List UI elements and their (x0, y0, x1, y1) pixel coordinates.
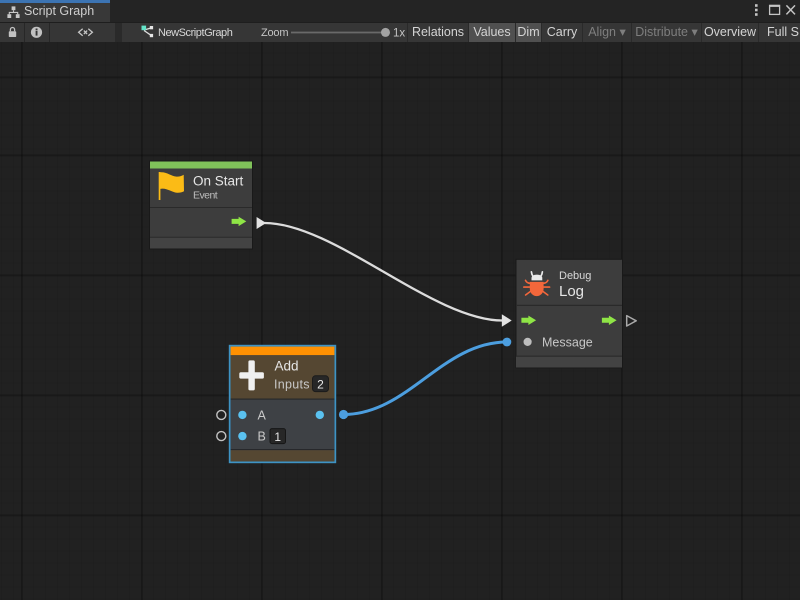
svg-text:Log: Log (559, 283, 584, 300)
svg-text:A: A (258, 408, 267, 422)
svg-text:Message: Message (542, 335, 593, 349)
svg-text:Event: Event (193, 189, 218, 201)
svg-text:1: 1 (274, 430, 281, 444)
svg-text:On Start: On Start (193, 173, 244, 188)
svg-text:Inputs: Inputs (274, 377, 310, 391)
svg-text:Debug: Debug (559, 270, 591, 282)
svg-text:1x: 1x (393, 27, 405, 39)
svg-text:B: B (258, 430, 266, 444)
svg-text:Add: Add (275, 359, 299, 374)
svg-text:2: 2 (317, 378, 324, 392)
